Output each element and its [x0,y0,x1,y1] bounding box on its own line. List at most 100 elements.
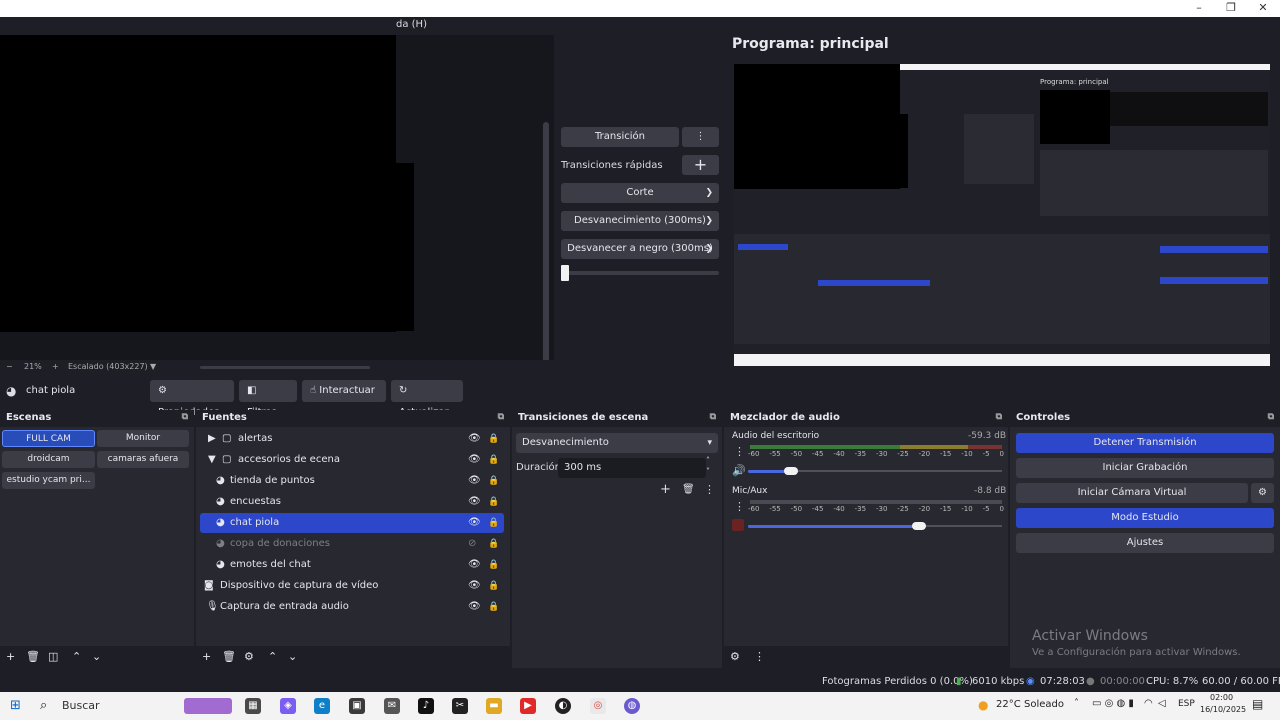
quick-transition-fade-black[interactable]: Desvanecer a negro (300ms) ❯ [561,239,719,259]
zoom-in-button[interactable]: + [52,362,59,371]
speaker-icon[interactable]: ◁ [1158,698,1166,709]
settings-button[interactable]: Ajustes [1016,533,1274,553]
windows-start-icon[interactable]: ⊞ [10,698,21,713]
more-icon[interactable]: ⋮ [754,650,765,663]
lock-icon[interactable]: 🔒 [488,471,499,491]
volume-knob[interactable] [912,522,926,530]
track-menu-icon[interactable]: ⋮ [734,500,745,513]
youtube-icon[interactable]: ▶ [520,698,536,714]
add-icon[interactable]: + [660,482,671,497]
filters-button[interactable]: ◧ Filtros [239,380,297,418]
undock-icon[interactable]: ⧉ [1268,412,1274,422]
studio-mode-button[interactable]: Modo Estudio [1016,508,1274,528]
lock-icon[interactable]: 🔒 [488,429,499,449]
lock-icon[interactable]: 🔒 [488,555,499,575]
tiktok-icon[interactable]: ♪ [418,698,434,714]
visibility-eye-icon[interactable]: 👁 [468,450,481,470]
folder-icon[interactable]: ▬ [486,698,502,714]
visibility-eye-icon[interactable]: 👁 [468,492,481,512]
menu-help[interactable]: da (H) [396,19,427,30]
add-quick-transition-button[interactable]: + [682,155,719,175]
add-icon[interactable]: + [6,650,15,663]
store-icon[interactable]: ▣ [349,698,365,714]
quick-transition-cut[interactable]: Corte ❯ [561,183,719,203]
visibility-eye-icon[interactable]: 👁 [468,597,481,617]
source-item[interactable]: ◙ Dispositivo de captura de vídeo 👁 🔒 [200,576,504,596]
minimize-icon[interactable]: – [1184,0,1214,17]
scene-full-cam[interactable]: FULL CAM [2,430,95,447]
lock-icon[interactable]: 🔒 [488,534,499,554]
maximize-icon[interactable]: ❐ [1216,0,1246,17]
expand-icon[interactable]: ▶ [208,429,216,449]
weather-desc[interactable]: Soleado [1024,699,1064,710]
muted-volume-icon[interactable] [732,519,744,531]
transition-select[interactable]: Desvanecimiento ▾ [516,433,718,453]
volume-knob[interactable] [784,467,798,475]
gear-icon[interactable]: ⚙ [730,650,740,663]
track-menu-icon[interactable]: ⋮ [734,445,745,458]
trash-icon[interactable]: 🗑 [222,650,236,663]
gear-icon[interactable]: ⚙ [244,650,254,663]
trash-icon[interactable]: 🗑 [26,650,40,663]
move-up-icon[interactable]: ⌃ [268,650,277,663]
scene-droidcam[interactable]: droidcam [2,451,95,468]
interact-button[interactable]: ☝ Interactuar [302,380,386,402]
tbar-slider-track[interactable] [561,271,719,275]
more-icon[interactable]: ⋮ [704,483,715,496]
task-view-icon[interactable]: ▦ [245,698,261,714]
stepper-down-icon[interactable]: ˅ [706,467,710,476]
undock-icon[interactable]: ⧉ [182,412,188,422]
capcut-icon[interactable]: ✂ [452,698,468,714]
stepper-up-icon[interactable]: ˄ [706,456,710,465]
add-icon[interactable]: + [202,650,211,663]
undock-icon[interactable]: ⧉ [996,412,1002,422]
visibility-eye-icon[interactable]: 👁 [468,471,481,491]
zoom-out-button[interactable]: − [6,362,13,371]
visibility-eye-icon[interactable]: 👁 [468,429,481,449]
tray-icons[interactable]: ▭ ◎ ◍ ▮ [1092,698,1134,709]
volume-icon[interactable]: 🔊 [732,464,746,477]
edge-icon[interactable]: e [314,698,330,714]
obs-icon[interactable]: ◐ [555,698,571,714]
visibility-eye-icon[interactable]: 👁 [468,555,481,575]
lock-icon[interactable]: 🔒 [488,597,499,617]
scene-camaras-afuera[interactable]: camaras afuera [97,451,189,468]
move-up-icon[interactable]: ⌃ [72,650,81,663]
start-recording-button[interactable]: Iniciar Grabación [1016,458,1274,478]
language-indicator[interactable]: ESP [1178,699,1195,709]
source-item[interactable]: ▶ ▢ alertas 👁 🔒 [200,429,504,449]
source-item[interactable]: ◕ tienda de puntos 👁 🔒 [200,471,504,491]
preview-scrollbar[interactable] [543,122,549,367]
mail-icon[interactable]: ✉ [384,698,400,714]
lock-icon[interactable]: 🔒 [488,492,499,512]
messenger-icon[interactable]: ◍ [624,698,640,714]
properties-button[interactable]: ⚙ Propiedades [150,380,234,418]
preview-canvas[interactable] [0,35,554,367]
source-item[interactable]: ◕ emotes del chat 👁 🔒 [200,555,504,575]
filter-icon[interactable]: ◫ [48,650,58,663]
copilot-icon[interactable]: ◈ [280,698,296,714]
source-item[interactable]: 🎙 Captura de entrada audio 👁 🔒 [200,597,504,617]
tray-chevron-icon[interactable]: ˄ [1074,698,1079,709]
clock-date[interactable]: 16/10/2025 [1200,705,1246,714]
quick-transition-fade[interactable]: Desvanecimiento (300ms) ❯ [561,211,719,231]
collapse-icon[interactable]: ▼ [208,450,216,470]
refresh-button[interactable]: ↻ Actualizar [391,380,463,418]
visibility-eye-icon[interactable]: 👁 [468,576,481,596]
source-item[interactable]: ▼ ▢ accesorios de ecena 👁 🔒 [200,450,504,470]
undock-icon[interactable]: ⧉ [498,412,504,422]
weather-temp[interactable]: 22°C [996,699,1021,710]
stop-stream-button[interactable]: Detener Transmisión [1016,433,1274,453]
scaling-dropdown-icon[interactable]: ▼ [150,362,156,371]
hidden-eye-icon[interactable]: ⊘ [468,534,476,554]
visibility-eye-icon[interactable]: 👁 [468,513,481,533]
source-item[interactable]: ◕ encuestas 👁 🔒 [200,492,504,512]
close-icon[interactable]: ✕ [1248,0,1278,17]
scene-monitor[interactable]: Monitor [97,430,189,447]
start-virtual-cam-button[interactable]: Iniciar Cámara Virtual [1016,483,1248,503]
scene-estudio[interactable]: estudio ycam pri... [2,472,95,489]
tbar-slider-handle[interactable] [561,265,569,281]
virtual-cam-settings-icon[interactable]: ⚙ [1251,483,1274,503]
chrome-icon[interactable]: ◎ [590,698,606,714]
source-item-selected[interactable]: ◕ chat piola 👁 🔒 [200,513,504,533]
